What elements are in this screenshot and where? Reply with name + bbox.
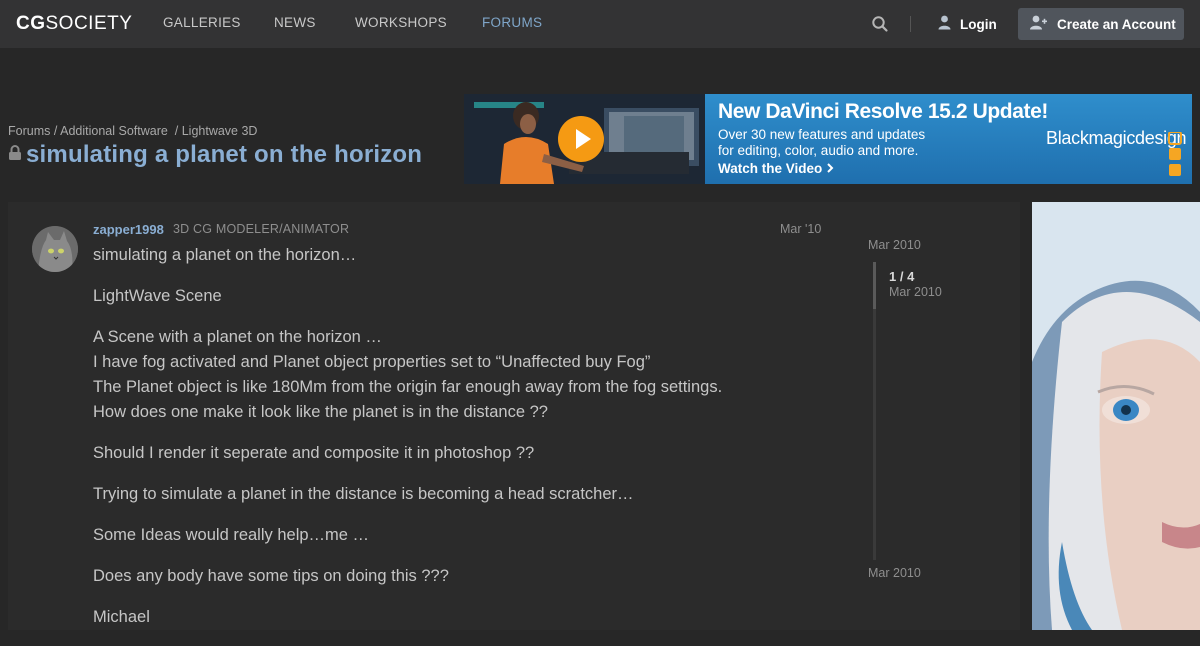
post-paragraph: A Scene with a planet on the horizon … I… [93,325,813,425]
search-icon[interactable] [871,15,889,33]
breadcrumb-lightwave-3d[interactable]: Lightwave 3D [182,124,258,138]
post-line: Should I render it seperate and composit… [93,444,535,462]
post-paragraph: Trying to simulate a planet in the dista… [93,482,813,507]
breadcrumb-additional-software[interactable]: Additional Software [60,124,168,138]
post-line: Michael [93,608,150,626]
post-line: Does any body have some tips on doing th… [93,567,449,585]
ad-headline: New DaVinci Resolve 15.2 Update! [718,100,1048,123]
login-label: Login [960,16,997,32]
post-paragraph: Does any body have some tips on doing th… [93,564,813,589]
topic-title-row: simulating a planet on the horizon [8,141,422,169]
post-paragraph: Should I render it seperate and composit… [93,441,813,466]
header-divider [910,16,911,32]
nav-galleries[interactable]: GALLERIES [163,15,241,30]
side-ad-image[interactable] [1032,202,1200,630]
post-line: LightWave Scene [93,287,222,305]
nav-forums[interactable]: FORUMS [482,15,542,30]
logo-cg-text: CG [16,13,46,34]
top-navigation-bar: CG SOCIETY GALLERIES NEWS WORKSHOPS FORU… [0,0,1200,48]
lock-icon [8,144,22,166]
timeline-current-date: Mar 2010 [889,285,942,299]
post-line: How does one make it look like the plane… [93,403,548,421]
timeline-scroll-handle[interactable] [873,262,876,309]
breadcrumb-forums[interactable]: Forums [8,124,50,138]
post-paragraph: Some Ideas would really help…me … [93,523,813,548]
chevron-right-icon [826,161,834,176]
nav-workshops[interactable]: WORKSHOPS [355,15,447,30]
ad-subtext-line1: Over 30 new features and updates [718,127,926,142]
ad-subtext-line2: for editing, color, audio and more. [718,143,919,158]
ad-cta-label: Watch the Video [718,161,823,176]
timeline-post-count: 1 / 4 [889,269,915,284]
post-line: Some Ideas would really help…me … [93,526,370,544]
post-body: simulating a planet on the horizon… Ligh… [93,243,813,646]
post-line: simulating a planet on the horizon… [93,246,357,264]
post-paragraph: simulating a planet on the horizon… [93,243,813,268]
user-icon [938,15,951,33]
ad-banner[interactable]: New DaVinci Resolve 15.2 Update! Over 30… [464,94,1192,184]
page-title[interactable]: simulating a planet on the horizon [26,141,422,169]
ad-brand-logo: Blackmagicdesign [1046,128,1187,148]
post-paragraph: LightWave Scene [93,284,813,309]
ad-subtext: Over 30 new features and updates for edi… [718,127,925,159]
timeline-end-date[interactable]: Mar 2010 [868,566,921,580]
avatar[interactable] [32,226,78,272]
play-button-icon[interactable] [558,116,604,162]
post-line: A Scene with a planet on the horizon … [93,328,382,346]
blackmagic-logo-icon [1168,131,1182,182]
nav-news[interactable]: NEWS [274,15,316,30]
login-button[interactable]: Login [938,14,997,34]
post-paragraph: Michael [93,605,813,630]
post-username[interactable]: zapper1998 [93,222,164,237]
create-account-button[interactable]: Create an Account [1018,8,1184,40]
post-line: The Planet object is like 180Mm from the… [93,378,723,396]
ad-watch-video-link[interactable]: Watch the Video [718,161,834,176]
post-user-title: 3D CG MODELER/ANIMATOR [173,222,350,236]
post-line: Trying to simulate a planet in the dista… [93,485,634,503]
create-account-label: Create an Account [1057,16,1176,32]
timeline-start-date[interactable]: Mar 2010 [868,238,921,252]
ad-photo-image [464,94,705,184]
post-line: I have fog activated and Planet object p… [93,353,651,371]
add-user-icon [1029,15,1047,33]
breadcrumb: Forums / Additional Software / Lightwave… [8,124,258,138]
post-date[interactable]: Mar '10 [780,222,821,236]
cgsociety-logo[interactable]: CG SOCIETY [16,13,132,35]
logo-society-text: SOCIETY [45,13,133,34]
